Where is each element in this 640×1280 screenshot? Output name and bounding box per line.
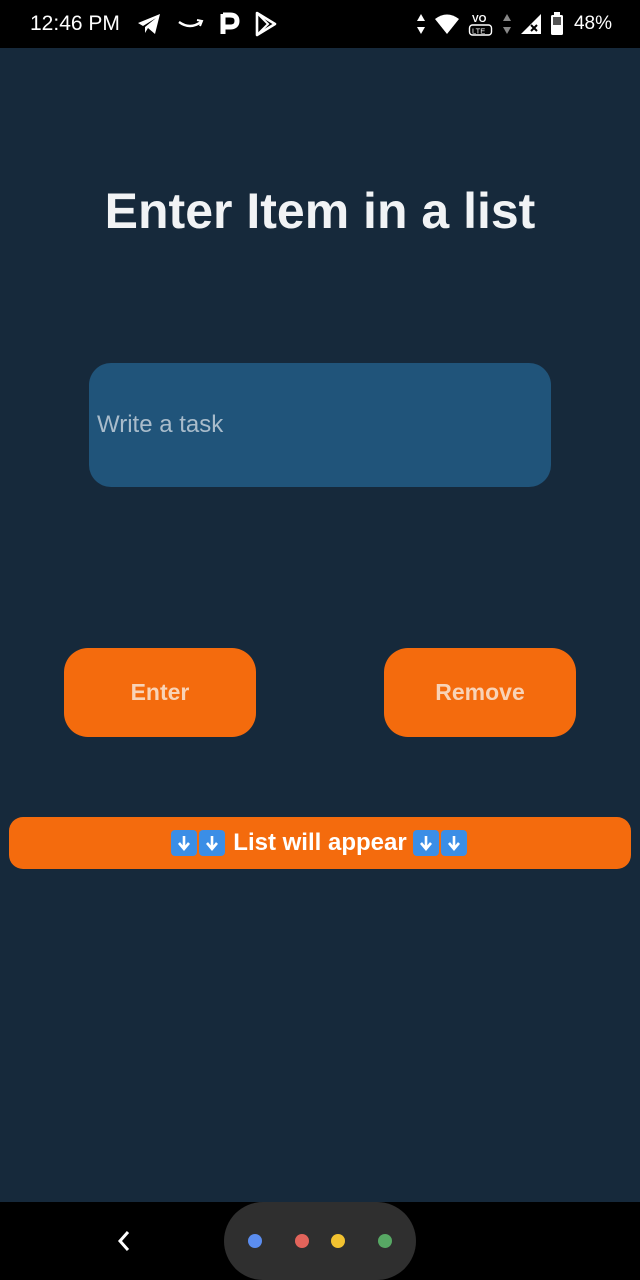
status-time: 12:46 PM [30,12,120,35]
enter-button[interactable]: Enter [64,648,256,737]
back-chevron-icon[interactable] [110,1224,138,1258]
assistant-dot-red [295,1234,309,1248]
assistant-dot-green [378,1234,392,1248]
assistant-button[interactable] [224,1202,416,1280]
down-arrows-right [412,830,469,856]
down-arrow-icon [412,830,439,856]
list-banner: List will appear [9,817,631,869]
list-banner-text: List will appear [233,829,407,856]
telegram-icon [138,14,160,34]
battery-percent: 48% [573,13,612,34]
amazon-icon [178,19,204,28]
data-arrows-icon [416,14,425,34]
svg-text:VO: VO [472,14,487,25]
status-bar: 12:46 PM VO LTE 48% [0,0,640,48]
signal-arrows-icon [502,14,511,34]
down-arrow-icon [199,830,226,856]
notification-icons [136,10,278,38]
down-arrow-icon [440,830,467,856]
navigation-bar [0,1202,640,1280]
paytm-icon [220,12,240,34]
play-store-icon [255,11,277,37]
signal-icon [520,14,541,34]
page-title: Enter Item in a list [104,183,536,239]
system-icons: VO LTE 48% [416,10,612,38]
task-input[interactable] [89,363,551,487]
battery-icon [550,12,563,35]
svg-text:LTE: LTE [472,27,485,36]
wifi-icon [434,14,459,34]
volte-icon: VO LTE [468,14,493,36]
assistant-dot-blue [248,1234,262,1248]
remove-button[interactable]: Remove [384,648,576,737]
down-arrow-icon [171,830,198,856]
assistant-dot-yellow [331,1234,345,1248]
down-arrows-left [171,830,227,856]
